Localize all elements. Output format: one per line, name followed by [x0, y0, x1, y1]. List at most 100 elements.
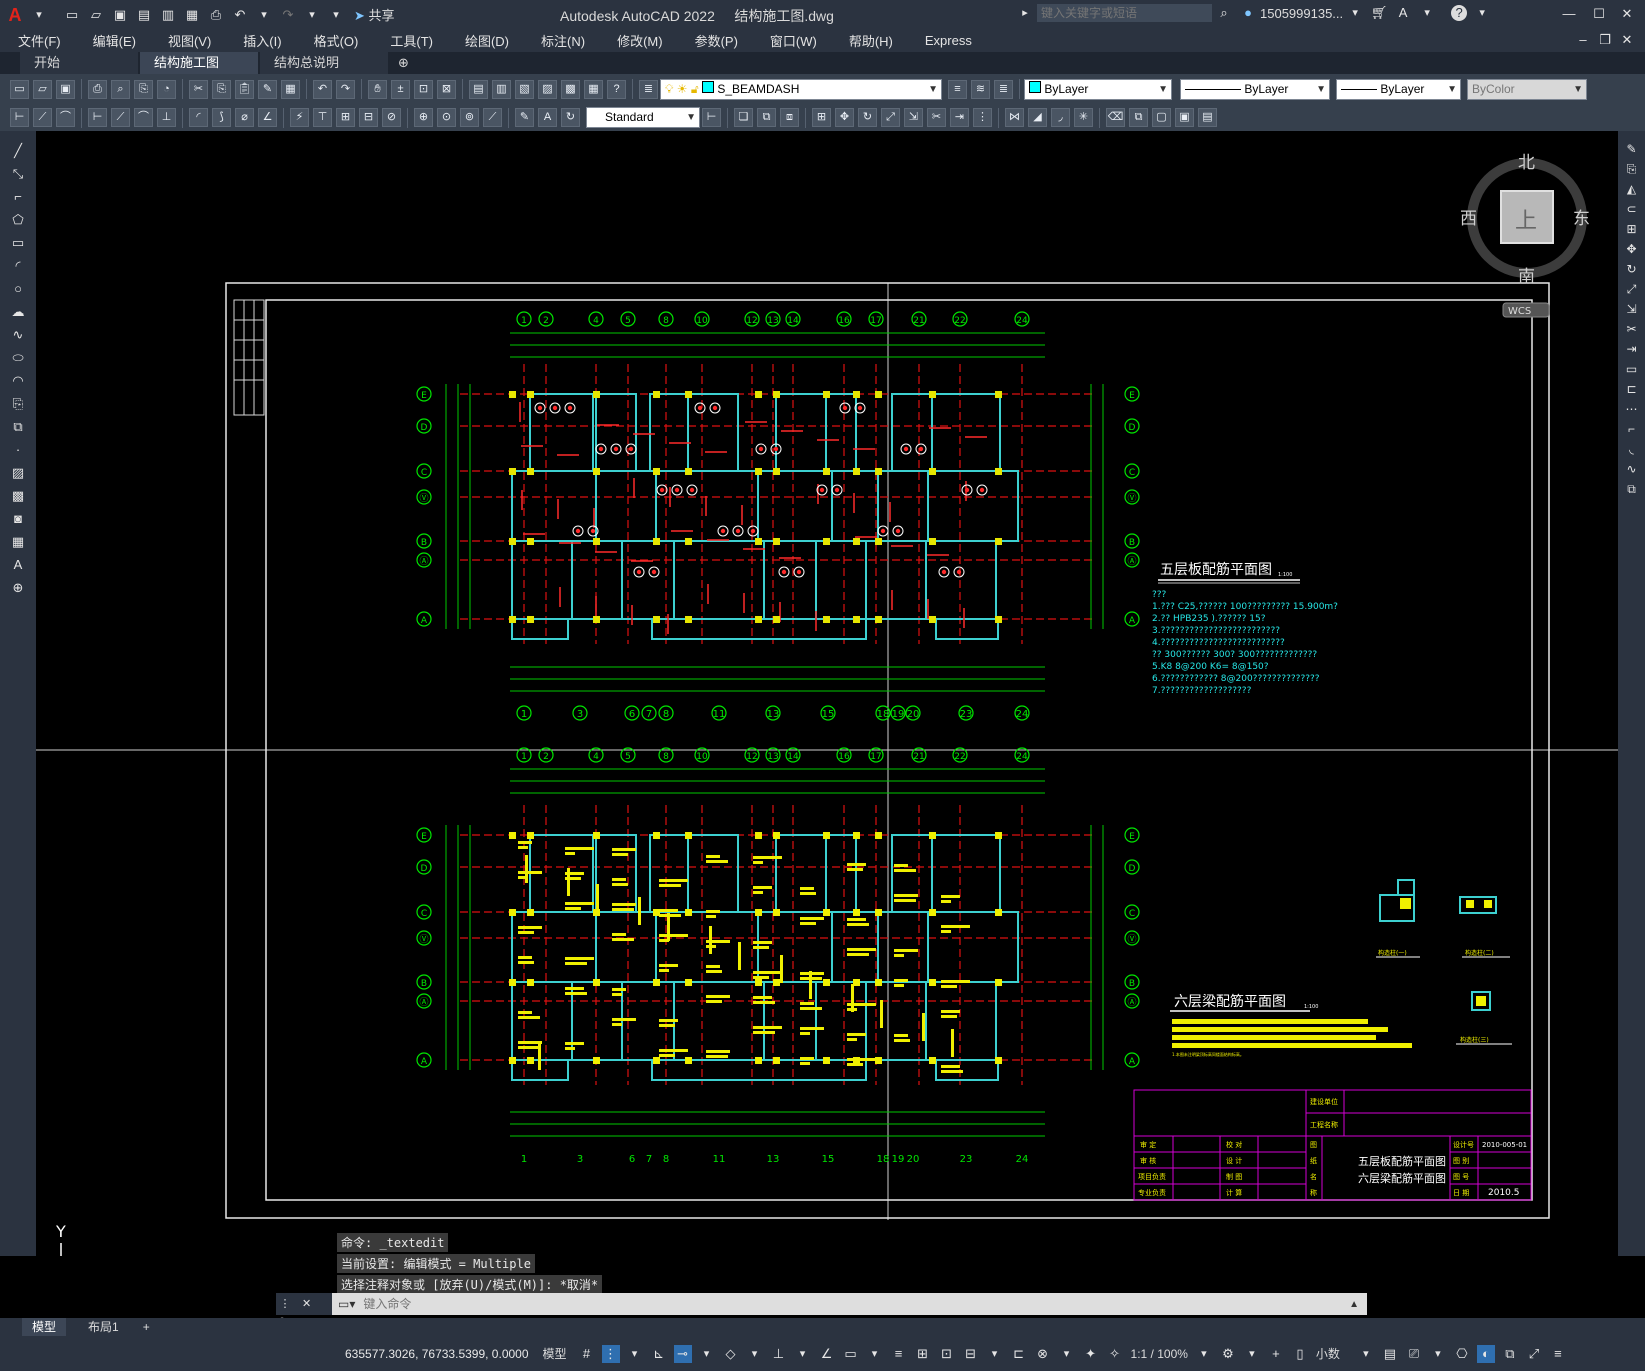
minimize-icon[interactable]: — — [1560, 5, 1578, 23]
menu-insert[interactable]: 插入(I) — [243, 31, 281, 50]
command-prompt-icon[interactable]: ▭▾ — [338, 1297, 355, 1311]
sheet-set-icon[interactable]: ▨ — [538, 79, 557, 99]
app-menu-chevron-icon[interactable]: ▾ — [30, 6, 48, 24]
lineweight-icon[interactable]: ▭ — [842, 1345, 860, 1363]
break-icon[interactable]: ⊏ — [1624, 381, 1640, 397]
trim-icon[interactable]: ✂ — [927, 108, 946, 127]
dim-arc-icon[interactable]: ⌒ — [56, 108, 75, 127]
workspace-gear-icon[interactable]: ⚙ — [1219, 1345, 1237, 1363]
chamfer-icon[interactable]: ⌐ — [1624, 421, 1640, 437]
pan-icon[interactable]: ✋︎ — [368, 79, 387, 99]
make-layer-current-icon[interactable]: ≡ — [948, 79, 967, 99]
mtext-icon[interactable]: A — [9, 556, 27, 574]
clean-screen-icon[interactable]: ⧉ — [1501, 1345, 1519, 1363]
search-expand-icon[interactable]: ▸ — [1016, 4, 1034, 22]
dim-diameter-icon[interactable]: ⌀ — [235, 108, 254, 127]
menu-file[interactable]: 文件(F) — [18, 31, 61, 50]
coordinates-readout[interactable]: 635577.3026, 76733.5399, 0.0000 — [345, 1347, 529, 1361]
move-icon[interactable]: ✥ — [1624, 241, 1640, 257]
publish-icon[interactable]: ⎘ — [134, 79, 153, 99]
join-icon[interactable]: ⋈ — [1005, 108, 1024, 127]
zoom-previous-icon[interactable]: ⊠ — [437, 79, 456, 99]
command-close-icon[interactable]: ✕ — [298, 1295, 316, 1313]
save-icon[interactable]: ▣ — [56, 79, 75, 99]
menu-express[interactable]: Express — [925, 33, 972, 48]
help-dropdown-icon[interactable]: ▾ — [1473, 4, 1491, 22]
fillet-icon[interactable]: ◞ — [1051, 108, 1070, 127]
array-icon[interactable]: ⊞ — [812, 108, 831, 127]
cart-icon[interactable]: 🛒︎ — [1370, 4, 1388, 22]
wipeout-icon[interactable]: ▤ — [1198, 108, 1217, 127]
viewcube-south[interactable]: 南 — [1518, 267, 1535, 287]
viewcube-east[interactable]: 东 — [1573, 209, 1590, 229]
undo-dropdown-icon[interactable]: ▾ — [255, 6, 273, 24]
user-name[interactable]: 1505999135... — [1260, 6, 1343, 21]
dim-continue-icon[interactable]: ⊞ — [336, 108, 355, 127]
scale-dropdown-icon[interactable]: ▾ — [1195, 1345, 1213, 1363]
ellipse-arc-icon[interactable]: ◠ — [9, 372, 27, 390]
annotation-visibility-icon[interactable]: ✦ — [1082, 1345, 1100, 1363]
dim-radius-icon[interactable]: ◜ — [189, 108, 208, 127]
open-icon[interactable]: ▱ — [33, 79, 52, 99]
menu-tools[interactable]: 工具(T) — [390, 31, 433, 50]
object-snap-icon[interactable]: ∠ — [818, 1345, 836, 1363]
menu-help[interactable]: 帮助(H) — [849, 31, 893, 50]
dim-linear2-icon[interactable]: ⊢ — [88, 108, 107, 127]
color-dropdown[interactable]: ByLayer ▼ — [1024, 78, 1172, 100]
isolate-objects-icon[interactable]: ⎔ — [1453, 1345, 1471, 1363]
close-icon[interactable]: ✕ — [1618, 5, 1636, 23]
rotate-icon[interactable]: ↻ — [858, 108, 877, 127]
drawing-svg[interactable]: 1 2 4 5 8 10 12 13 14 16 17 21 22 241 3 6 7 8 11 13 15 18 19 20… — [36, 131, 1618, 1256]
quick-properties-icon[interactable]: ▤ — [1381, 1345, 1399, 1363]
tab-start[interactable]: 开始 — [20, 52, 138, 74]
layer-dropdown[interactable]: 💡︎ ☀ 🔓︎ S_BEAMDASH ▼ — [660, 78, 942, 100]
command-grip-icon[interactable]: ⋮ — [276, 1295, 294, 1313]
plot-icon[interactable]: ⎙ — [88, 79, 107, 99]
fillet-icon[interactable]: ◟ — [1624, 441, 1640, 457]
customization-icon[interactable]: ≡ — [1549, 1345, 1567, 1363]
doc-minimize-icon[interactable]: – — [1574, 31, 1592, 49]
search-icon[interactable]: ⌕ — [1215, 4, 1233, 22]
new-tab-button[interactable]: ⊕ — [390, 52, 417, 74]
menu-draw[interactable]: 绘图(D) — [465, 31, 509, 50]
stretch-icon[interactable]: ⇲ — [904, 108, 923, 127]
region-icon[interactable]: ◙ — [9, 510, 27, 528]
explode-icon[interactable]: ✳ — [1074, 108, 1093, 127]
ortho-icon[interactable]: ⊾ — [650, 1345, 668, 1363]
trim-icon[interactable]: ✂ — [1624, 321, 1640, 337]
point-icon[interactable]: · — [9, 441, 27, 459]
layer-previous-icon[interactable]: ≋ — [971, 79, 990, 99]
blend-icon[interactable]: ∿ — [1624, 461, 1640, 477]
dim-style-icon[interactable]: ⊢ — [702, 108, 721, 127]
menu-format[interactable]: 格式(O) — [314, 31, 359, 50]
lineweight-dropdown-icon[interactable]: ▾ — [866, 1345, 884, 1363]
command-recent-icon[interactable]: ▲ — [1349, 1299, 1359, 1310]
snap-dropdown-icon[interactable]: ▾ — [626, 1345, 644, 1363]
circle-icon[interactable]: ○ — [9, 280, 27, 298]
viewcube[interactable]: 上 北 南 西 东 WCS — [1460, 153, 1590, 318]
insert-block-icon[interactable]: ⎘ — [9, 395, 27, 413]
undo-icon[interactable]: ↶ — [231, 6, 249, 24]
lock-ui-icon[interactable]: ⎚ — [1405, 1345, 1423, 1363]
zoom-window-icon[interactable]: ⊡ — [414, 79, 433, 99]
autocad-logo-icon[interactable]: A — [6, 6, 24, 24]
workspace-dropdown-icon[interactable]: ▾ — [1243, 1345, 1261, 1363]
markup-icon[interactable]: ▩ — [561, 79, 580, 99]
viewcube-west[interactable]: 西 — [1460, 209, 1477, 229]
erase-icon[interactable]: ⌫ — [1106, 108, 1125, 127]
undo-icon[interactable]: ↶ — [313, 79, 332, 99]
isodraft-icon[interactable]: ◇ — [722, 1345, 740, 1363]
polar-dropdown-icon[interactable]: ▾ — [698, 1345, 716, 1363]
annotation-monitor-icon[interactable]: + — [1267, 1345, 1285, 1363]
dim-space-icon[interactable]: ⊟ — [359, 108, 378, 127]
dim-aligned-icon[interactable]: ⟋ — [33, 108, 52, 127]
doc-restore-icon[interactable]: ❐ — [1596, 31, 1614, 49]
polygon-icon[interactable]: ⬠ — [9, 211, 27, 229]
units-dropdown-icon[interactable]: ▾ — [1357, 1345, 1375, 1363]
redo-dropdown-icon[interactable]: ▾ — [303, 6, 321, 24]
help-icon[interactable]: ? — [1451, 5, 1468, 21]
plotstyle-dropdown[interactable]: ByColor ▼ — [1467, 78, 1587, 100]
match-properties-icon[interactable]: ✎ — [258, 79, 277, 99]
break-at-point-icon[interactable]: ▭ — [1624, 361, 1640, 377]
linetype-dropdown[interactable]: ByLayer ▼ — [1180, 78, 1330, 100]
